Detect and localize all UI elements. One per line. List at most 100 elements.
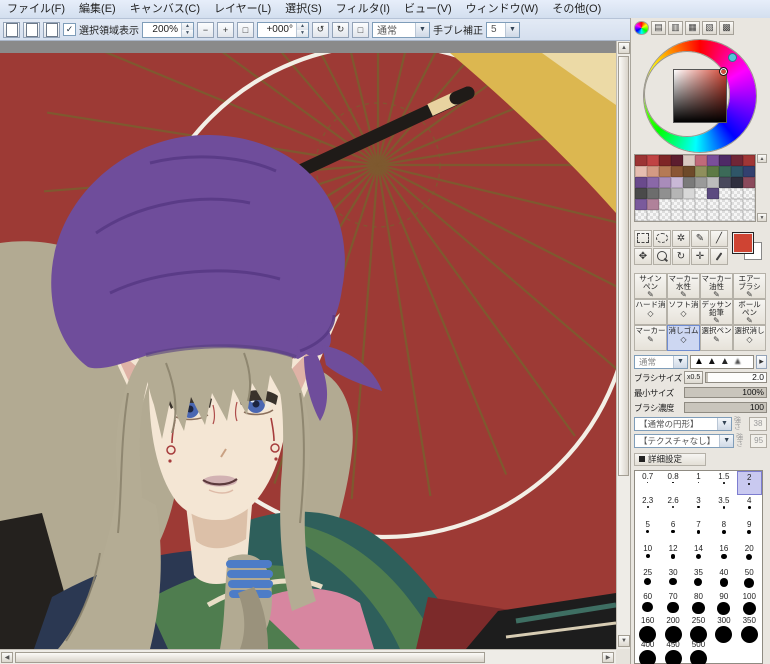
swatch-43[interactable] xyxy=(671,199,683,211)
swatch-2[interactable] xyxy=(659,155,671,167)
brush-size-60[interactable]: 60 xyxy=(635,591,660,615)
brush-size-90[interactable]: 90 xyxy=(711,591,736,615)
brush-size-500[interactable]: 500 xyxy=(686,639,711,664)
min-size-slider[interactable]: 100% xyxy=(684,387,767,399)
swatch-21[interactable] xyxy=(647,177,659,189)
brush-size-6[interactable]: 6 xyxy=(660,519,685,543)
swatch-57[interactable] xyxy=(719,210,731,222)
swatch-20[interactable] xyxy=(635,177,647,189)
brush-size-2[interactable]: 2 xyxy=(736,470,762,495)
save-canvas-button[interactable] xyxy=(43,21,60,38)
swatch-59[interactable] xyxy=(743,210,755,222)
tool-select-eraser[interactable]: 選択消し ◇ xyxy=(733,325,766,352)
stabilizer-select[interactable]: 5 ▼ xyxy=(486,21,520,38)
brush-size-14[interactable]: 14 xyxy=(686,543,711,567)
menu-item-2[interactable]: キャンバス(C) xyxy=(123,1,207,18)
brush-size-250[interactable]: 250 xyxy=(686,615,711,643)
swatch-18[interactable] xyxy=(731,166,743,178)
brush-tip-option-3[interactable]: ▲ xyxy=(720,356,730,368)
tool-marker-water[interactable]: マーカー 水性 ✎ xyxy=(667,273,700,300)
swatch-6[interactable] xyxy=(707,155,719,167)
swatch-58[interactable] xyxy=(731,210,743,222)
size-unit-button[interactable]: x0.5 xyxy=(684,371,704,385)
swatch-49[interactable] xyxy=(743,199,755,211)
menu-item-6[interactable]: ビュー(V) xyxy=(397,1,459,18)
brush-size-300[interactable]: 300 xyxy=(711,615,736,643)
swatch-51[interactable] xyxy=(647,210,659,222)
swatch-17[interactable] xyxy=(719,166,731,178)
swatch-29[interactable] xyxy=(743,177,755,189)
swatch-46[interactable] xyxy=(707,199,719,211)
swatch-37[interactable] xyxy=(719,188,731,200)
new-canvas-button[interactable] xyxy=(3,21,20,38)
swatch-25[interactable] xyxy=(695,177,707,189)
swatch-14[interactable] xyxy=(683,166,695,178)
advanced-settings-toggle[interactable]: 詳細設定 xyxy=(634,452,706,466)
brush-size-70[interactable]: 70 xyxy=(660,591,685,615)
swatch-34[interactable] xyxy=(683,188,695,200)
mixer-tab-icon[interactable]: ▩ xyxy=(719,20,734,35)
brush-size-3[interactable]: 3 xyxy=(686,495,711,519)
brush-size-0.7[interactable]: 0.7 xyxy=(635,471,660,495)
swatch-56[interactable] xyxy=(707,210,719,222)
brush-size-400[interactable]: 400 xyxy=(635,639,660,664)
swatch-45[interactable] xyxy=(695,199,707,211)
tool-marker[interactable]: マーカー ✎ xyxy=(634,325,667,352)
rotation-spinner[interactable]: ▲ ▼ xyxy=(296,22,308,37)
swatch-11[interactable] xyxy=(647,166,659,178)
swatch-48[interactable] xyxy=(731,199,743,211)
spin-down-icon[interactable]: ▼ xyxy=(297,29,308,37)
swatch-32[interactable] xyxy=(659,188,671,200)
horizontal-scrollbar[interactable]: ◀ ▶ xyxy=(0,649,616,664)
swatch-13[interactable] xyxy=(671,166,683,178)
vertical-scroll-thumb[interactable] xyxy=(618,56,629,476)
swatch-33[interactable] xyxy=(671,188,683,200)
swatch-54[interactable] xyxy=(683,210,695,222)
swatch-38[interactable] xyxy=(731,188,743,200)
brush-size-100[interactable]: 100 xyxy=(737,591,762,616)
swatch-30[interactable] xyxy=(635,188,647,200)
brush-tip-option-4[interactable]: ▲ xyxy=(733,356,743,368)
swatch-scroll-up[interactable]: ▲ xyxy=(757,154,767,164)
swatches-tab-icon[interactable]: ▦ xyxy=(685,20,700,35)
brush-tip-option-2[interactable]: ▲ xyxy=(707,356,717,368)
brush-size-0.8[interactable]: 0.8 xyxy=(660,471,685,495)
rotate-view-tool[interactable]: ↻ xyxy=(672,247,690,265)
tool-sketch-pencil[interactable]: デッサン 鉛筆 ✎ xyxy=(700,299,733,326)
brush-size-350[interactable]: 350 xyxy=(737,615,762,643)
swatch-31[interactable] xyxy=(647,188,659,200)
swatch-39[interactable] xyxy=(743,188,755,200)
brush-size-160[interactable]: 160 xyxy=(635,615,660,643)
texture-strength-value[interactable]: 95 xyxy=(750,433,767,448)
brush-size-25[interactable]: 25 xyxy=(635,567,660,591)
swatch-7[interactable] xyxy=(719,155,731,167)
magic-wand-tool[interactable]: ✲ xyxy=(672,229,690,247)
brush-size-80[interactable]: 80 xyxy=(686,591,711,615)
swatch-9[interactable] xyxy=(743,155,755,167)
menu-item-5[interactable]: フィルタ(I) xyxy=(329,1,397,18)
zoom-spinbox[interactable]: 200% ▲ ▼ xyxy=(142,21,194,38)
swatch-44[interactable] xyxy=(683,199,695,211)
brush-texture-select[interactable]: 【テクスチャなし】 ▼ xyxy=(634,433,735,448)
swatch-26[interactable] xyxy=(707,177,719,189)
brush-size-40[interactable]: 40 xyxy=(711,567,736,591)
move-tool[interactable]: ✥ xyxy=(634,247,652,265)
swatch-42[interactable] xyxy=(659,199,671,211)
brush-size-9[interactable]: 9 xyxy=(737,519,762,543)
tool-select-pen[interactable]: 選択ペン ✎ xyxy=(700,325,733,352)
menu-item-1[interactable]: 編集(E) xyxy=(72,1,123,18)
tool-soft-eraser[interactable]: ソフト消 ◇ xyxy=(667,299,700,326)
spin-up-icon[interactable]: ▲ xyxy=(182,22,193,30)
swatch-50[interactable] xyxy=(635,210,647,222)
rotate-ccw-button[interactable]: ↺ xyxy=(312,21,329,38)
brush-size-slider[interactable]: 2.0 xyxy=(705,372,767,384)
zoom-in-button[interactable]: + xyxy=(217,21,234,38)
hsv-sliders-tab-icon[interactable]: ▥ xyxy=(668,20,683,35)
line-tool[interactable]: ╱ xyxy=(710,229,728,247)
swatch-23[interactable] xyxy=(671,177,683,189)
pen-cursor-tool[interactable]: ✎ xyxy=(691,229,709,247)
rotate-cw-button[interactable]: ↻ xyxy=(332,21,349,38)
swatch-0[interactable] xyxy=(635,155,647,167)
swatch-3[interactable] xyxy=(671,155,683,167)
brush-size-5[interactable]: 5 xyxy=(635,519,660,543)
